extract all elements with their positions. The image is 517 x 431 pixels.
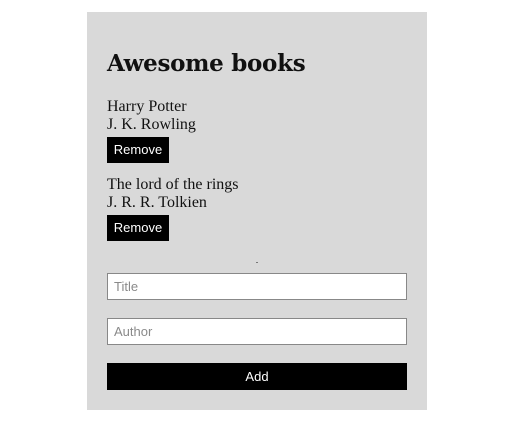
book-title: The lord of the rings — [107, 176, 239, 193]
book-author: J. K. Rowling — [107, 116, 196, 133]
author-input[interactable] — [107, 318, 407, 345]
title-input[interactable] — [107, 273, 407, 300]
book-title: Harry Potter — [107, 98, 187, 115]
add-button[interactable]: Add — [107, 363, 407, 390]
books-card: Awesome books Harry Potter J. K. Rowling… — [87, 12, 427, 410]
book-item: The lord of the rings J. R. R. Tolkien R… — [107, 176, 239, 241]
page-title: Awesome books — [107, 50, 306, 77]
book-author: J. R. R. Tolkien — [107, 194, 207, 211]
remove-button[interactable]: Remove — [107, 137, 169, 163]
remove-button[interactable]: Remove — [107, 215, 169, 241]
book-item: Harry Potter J. K. Rowling Remove — [107, 98, 196, 163]
divider — [256, 262, 258, 263]
